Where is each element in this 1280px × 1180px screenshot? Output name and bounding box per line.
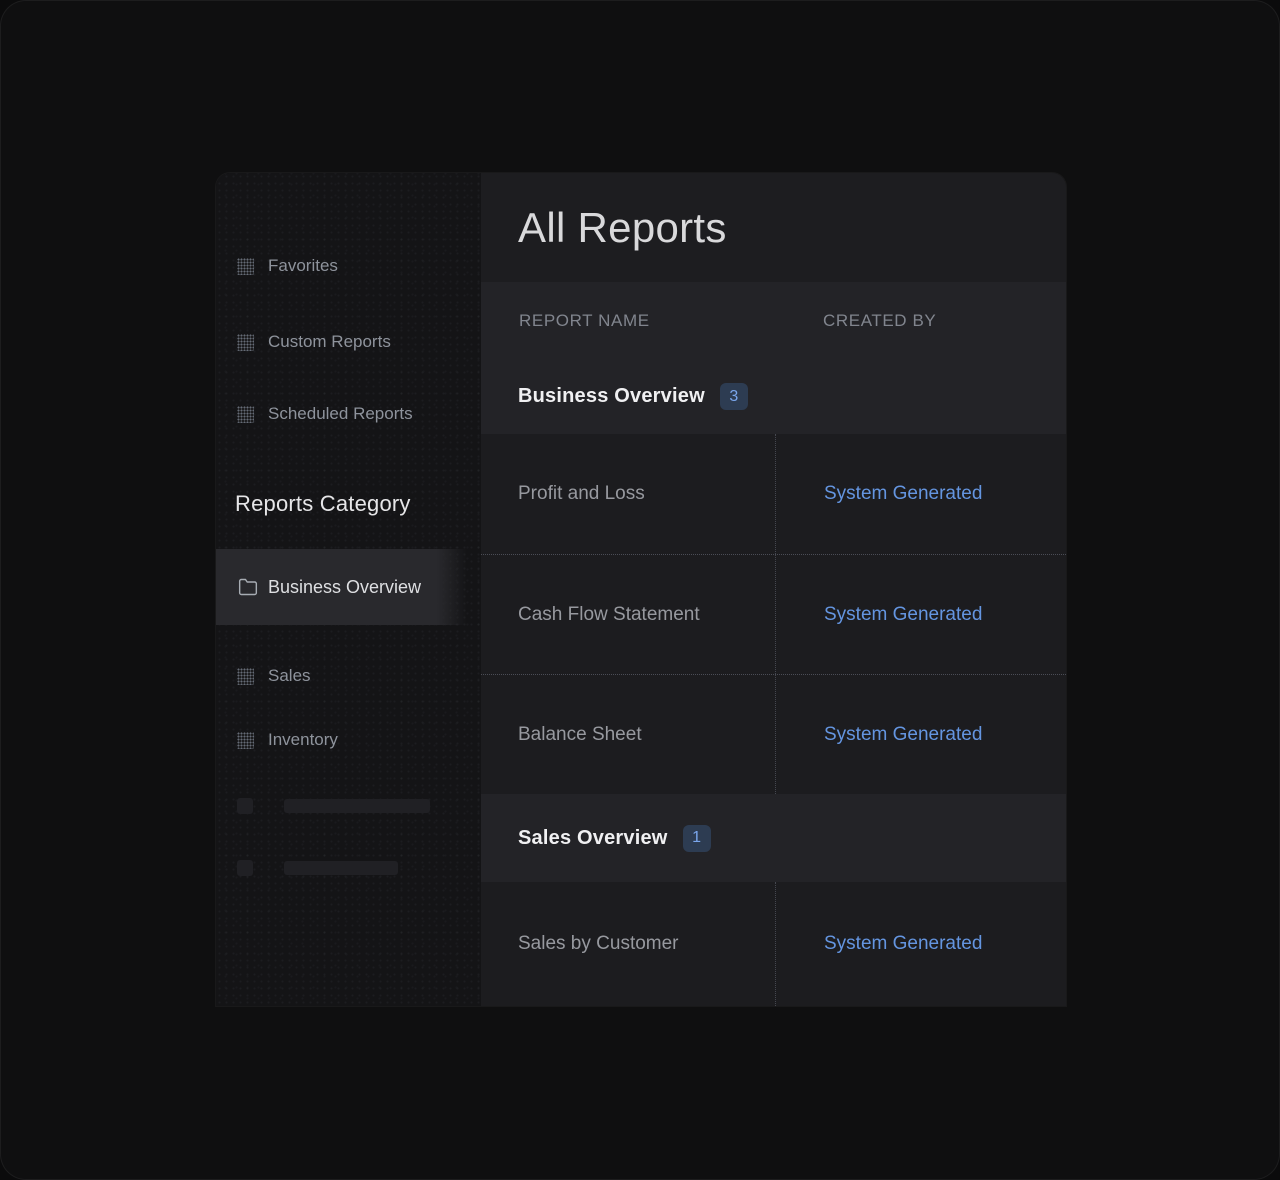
report-name-cell[interactable]: Balance Sheet — [481, 675, 775, 794]
created-by-cell: System Generated — [775, 434, 1066, 554]
group-name: Sales Overview — [518, 827, 668, 850]
app-screen: Favorites Custom Reports Scheduled Repor… — [0, 0, 1280, 1180]
skeleton-bar — [284, 799, 430, 813]
report-name-cell[interactable]: Sales by Customer — [481, 882, 775, 1006]
group-header-business-overview[interactable]: Business Overview 3 — [481, 359, 1066, 434]
table-row-profit-and-loss[interactable]: Profit and Loss System Generated — [481, 434, 1066, 554]
sidebar-item-inventory[interactable]: Inventory — [216, 728, 481, 752]
reports-main: All Reports REPORT NAME CREATED BY Busin… — [481, 173, 1066, 1006]
sidebar-item-label: Scheduled Reports — [268, 404, 413, 424]
created-by-cell: System Generated — [775, 555, 1066, 674]
table-row-balance-sheet[interactable]: Balance Sheet System Generated — [481, 674, 1066, 794]
table-header: REPORT NAME CREATED BY — [481, 282, 1066, 359]
sidebar-item-scheduled-reports[interactable]: Scheduled Reports — [216, 402, 481, 426]
inventory-placeholder-icon — [237, 732, 254, 749]
created-by-link[interactable]: System Generated — [824, 604, 982, 626]
group-header-sales-overview[interactable]: Sales Overview 1 — [481, 794, 1066, 882]
column-header-created-by: CREATED BY — [823, 311, 936, 331]
custom-reports-placeholder-icon — [237, 334, 254, 351]
created-by-link[interactable]: System Generated — [824, 933, 982, 955]
sidebar-item-custom-reports[interactable]: Custom Reports — [216, 330, 481, 354]
sidebar-skeleton-item — [237, 798, 430, 814]
skeleton-icon — [237, 860, 253, 876]
sidebar-skeleton-item — [237, 860, 398, 876]
report-name-cell[interactable]: Profit and Loss — [481, 434, 775, 554]
sidebar-item-favorites[interactable]: Favorites — [216, 254, 481, 278]
sidebar-item-label: Business Overview — [268, 577, 421, 598]
sidebar-item-label: Inventory — [268, 730, 338, 750]
reports-sidebar: Favorites Custom Reports Scheduled Repor… — [216, 173, 481, 1006]
skeleton-bar — [284, 861, 398, 875]
sidebar-section-title: Reports Category — [235, 491, 411, 517]
sidebar-item-sales[interactable]: Sales — [216, 664, 481, 688]
sidebar-item-business-overview[interactable]: Business Overview — [216, 549, 467, 625]
sidebar-item-label: Favorites — [268, 256, 338, 276]
page-title: All Reports — [518, 204, 727, 252]
title-band: All Reports — [481, 173, 1066, 282]
group-count-badge: 1 — [683, 825, 711, 852]
created-by-link[interactable]: System Generated — [824, 483, 982, 505]
skeleton-icon — [237, 798, 253, 814]
scheduled-reports-placeholder-icon — [237, 406, 254, 423]
created-by-cell: System Generated — [775, 675, 1066, 794]
report-name-cell[interactable]: Cash Flow Statement — [481, 555, 775, 674]
favorites-placeholder-icon — [237, 258, 254, 275]
created-by-cell: System Generated — [775, 882, 1066, 1006]
table-row-sales-by-customer[interactable]: Sales by Customer System Generated — [481, 882, 1066, 1006]
table-row-cash-flow-statement[interactable]: Cash Flow Statement System Generated — [481, 554, 1066, 674]
column-header-report-name: REPORT NAME — [519, 311, 650, 331]
group-count-badge: 3 — [720, 383, 748, 410]
folder-icon — [238, 577, 258, 597]
sidebar-item-label: Sales — [268, 666, 311, 686]
reports-panel: Favorites Custom Reports Scheduled Repor… — [216, 173, 1066, 1006]
group-name: Business Overview — [518, 385, 705, 408]
sidebar-item-label: Custom Reports — [268, 332, 391, 352]
created-by-link[interactable]: System Generated — [824, 724, 982, 746]
sales-placeholder-icon — [237, 668, 254, 685]
